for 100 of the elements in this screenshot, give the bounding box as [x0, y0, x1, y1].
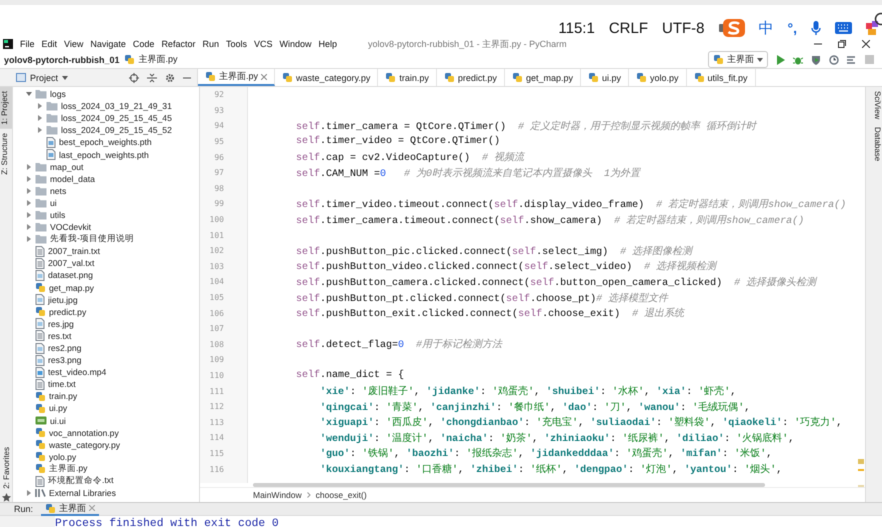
tool-window-tab[interactable]: Database: [866, 123, 882, 166]
tree-item[interactable]: best_epoch_weights.pth: [13, 136, 199, 148]
expand-arrow-icon[interactable]: [36, 103, 42, 110]
file-crumb[interactable]: 主界面.py: [138, 53, 178, 66]
collapse-icon[interactable]: [147, 72, 157, 82]
tree-item[interactable]: res.txt: [13, 330, 199, 342]
tree-item[interactable]: train.py: [13, 390, 199, 402]
expand-arrow-icon[interactable]: [26, 176, 32, 182]
expand-arrow-icon[interactable]: [26, 224, 32, 230]
editor-tab[interactable]: predict.py: [436, 69, 505, 86]
line-number: 98: [213, 184, 224, 193]
menu-item[interactable]: Tools: [226, 39, 247, 49]
tree-item[interactable]: test_video.mp4: [13, 366, 199, 378]
tree-item[interactable]: model_data: [13, 172, 199, 185]
caret-position[interactable]: 115:1: [558, 20, 595, 36]
tree-item[interactable]: res3.png: [13, 354, 199, 366]
skin-icon[interactable]: [866, 21, 878, 35]
menu-item[interactable]: Help: [318, 39, 338, 49]
restore-icon[interactable]: [838, 40, 846, 48]
tree-item[interactable]: nets: [13, 184, 199, 197]
line-number: 105: [208, 293, 224, 302]
breadcrumb[interactable]: choose_exit(): [316, 490, 367, 500]
tree-item[interactable]: res2.png: [13, 342, 199, 354]
editor-tab[interactable]: 主界面.py: [198, 69, 276, 86]
tree-item[interactable]: yolo.py: [13, 450, 199, 463]
bug-icon[interactable]: [793, 54, 803, 64]
menu-item[interactable]: Navigate: [90, 39, 126, 49]
menu-item[interactable]: VCS: [254, 39, 272, 49]
tree-item[interactable]: 主界面.py: [13, 462, 199, 475]
tree-item[interactable]: time.txt: [13, 378, 199, 390]
editor-tab[interactable]: train.py: [378, 69, 437, 86]
menu-item[interactable]: Code: [132, 39, 154, 49]
expand-arrow-icon[interactable]: [26, 188, 32, 194]
python-file-icon: [35, 402, 46, 414]
scrollbar[interactable]: [253, 483, 765, 487]
tree-item[interactable]: loss_2024_09_25_15_45_45: [13, 112, 199, 124]
expand-arrow-icon[interactable]: [26, 91, 32, 98]
shield-icon[interactable]: [811, 54, 821, 64]
tree-item[interactable]: loss_2024_09_25_15_45_52: [13, 124, 199, 136]
expand-arrow-icon[interactable]: [26, 200, 32, 206]
tree-item[interactable]: map_out: [13, 160, 199, 173]
expand-arrow-icon[interactable]: [26, 490, 32, 496]
tree-item[interactable]: ui.py: [13, 402, 199, 415]
tree-item[interactable]: 2007_val.txt: [13, 257, 199, 270]
tree-item[interactable]: jietu.jpg: [13, 294, 199, 306]
run-icon[interactable]: [776, 54, 785, 64]
tree-item[interactable]: res.jpg: [13, 318, 199, 330]
file-encoding[interactable]: UTF-8: [662, 20, 704, 36]
caret-icon[interactable]: [62, 76, 68, 80]
project-view-dropdown[interactable]: Project: [30, 72, 58, 82]
menu-item[interactable]: View: [64, 39, 84, 49]
expand-arrow-icon[interactable]: [36, 115, 42, 122]
tool-window-tab[interactable]: SciView: [866, 87, 882, 124]
tree-item[interactable]: voc_annotation.py: [13, 426, 199, 439]
settings-icon[interactable]: [165, 72, 175, 82]
tree-item[interactable]: 环境配置命令.txt: [13, 475, 199, 488]
list-icon[interactable]: [847, 54, 857, 64]
expand-arrow-icon[interactable]: [36, 127, 42, 134]
menu-item[interactable]: File: [20, 39, 35, 49]
menu-item[interactable]: Edit: [42, 39, 58, 49]
line-separator[interactable]: CRLF: [608, 20, 648, 36]
editor-tab[interactable]: ui.py: [580, 69, 629, 86]
menu-item[interactable]: Window: [280, 39, 312, 49]
expand-arrow-icon[interactable]: [26, 164, 32, 170]
tree-item[interactable]: External Libraries: [13, 487, 199, 500]
tree-item[interactable]: last_epoch_weights.pth: [13, 148, 199, 161]
expand-arrow-icon[interactable]: [26, 236, 32, 242]
tree-item[interactable]: predict.py: [13, 306, 199, 318]
tree-item[interactable]: ui.ui: [13, 414, 199, 427]
editor-tab[interactable]: waste_category.py: [275, 69, 378, 86]
close-icon[interactable]: [862, 40, 870, 48]
tree-item[interactable]: logs: [13, 88, 199, 100]
expand-arrow-icon[interactable]: [26, 212, 32, 218]
tool-window-tab[interactable]: 1: Project: [0, 87, 12, 129]
input-mode[interactable]: 中: [758, 18, 774, 38]
target-icon[interactable]: [129, 72, 139, 82]
tree-item[interactable]: utils: [13, 208, 199, 222]
tool-window-tab[interactable]: Z: Structure: [0, 128, 12, 179]
breadcrumb[interactable]: MainWindow: [253, 490, 302, 500]
editor-tab[interactable]: utils_fit.py: [686, 69, 756, 86]
punctuation-mode[interactable]: °,: [788, 20, 797, 36]
menu-item[interactable]: Refactor: [161, 39, 196, 49]
tool-window-tab[interactable]: 2: Favorites: [2, 443, 10, 493]
editor-tab[interactable]: get_map.py: [504, 69, 581, 86]
tree-item[interactable]: get_map.py: [13, 282, 199, 294]
tree-item[interactable]: ui: [13, 196, 199, 209]
tree-item[interactable]: VOCdevkit: [13, 221, 199, 234]
run-config-dropdown[interactable]: 主界面: [708, 51, 768, 68]
clock-icon[interactable]: [829, 54, 839, 64]
editor-tab[interactable]: yolo.py: [628, 69, 687, 86]
tree-item[interactable]: 先看我-项目使用说明: [13, 233, 199, 246]
tree-item[interactable]: loss_2024_03_19_21_49_31: [13, 100, 199, 112]
ime-logo-icon[interactable]: [718, 19, 744, 37]
menu-item[interactable]: Run: [202, 39, 219, 49]
tree-item[interactable]: 2007_train.txt: [13, 245, 199, 258]
project-crumb[interactable]: yolov8-pytorch-rubbish_01: [4, 54, 120, 64]
tree-item[interactable]: dataset.png: [13, 269, 199, 282]
microphone-icon[interactable]: [811, 20, 821, 36]
keyboard-icon[interactable]: [835, 22, 852, 34]
tree-item[interactable]: waste_category.py: [13, 438, 199, 451]
